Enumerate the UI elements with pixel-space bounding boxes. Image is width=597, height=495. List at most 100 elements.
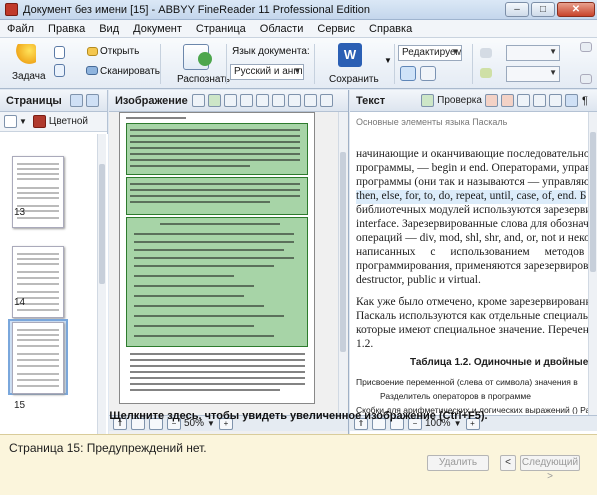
- text-line: библиотечных модулей используются зарезе…: [356, 204, 588, 216]
- scrollbar-thumb[interactable]: [340, 152, 346, 352]
- chevron-down-icon[interactable]: ▼: [19, 117, 27, 126]
- menu-page[interactable]: Страница: [189, 23, 253, 35]
- image-panel-title: Изображение: [115, 94, 188, 107]
- scan-button[interactable]: Сканировать: [100, 66, 160, 77]
- save-button[interactable]: Сохранить: [329, 74, 379, 85]
- menu-view[interactable]: Вид: [92, 23, 126, 35]
- color-mode-icon: [32, 115, 46, 128]
- scroll-down-icon[interactable]: [580, 74, 592, 84]
- menu-tools[interactable]: Сервис: [310, 23, 362, 35]
- picture-area-icon[interactable]: [239, 94, 253, 107]
- text-line: destructor, public и virtual.: [356, 274, 481, 286]
- text-panel-header: Текст Проверка ¶: [350, 90, 597, 112]
- close-button[interactable]: ✕: [557, 2, 595, 17]
- task-wand-icon[interactable]: [14, 44, 36, 66]
- scanned-page-image[interactable]: [119, 112, 315, 404]
- pages-scrollbar[interactable]: [97, 134, 106, 435]
- page-up-icon[interactable]: [69, 94, 83, 107]
- text-line: начинающие и оканчивающие последовательн…: [356, 148, 588, 160]
- table-recognition-area[interactable]: [126, 217, 308, 347]
- status-text: Страница 15: Предупреждений нет.: [9, 441, 207, 455]
- table-caption: Таблица 1.2. Одиночные и двойные специ: [410, 357, 588, 368]
- image-panel-header: Изображение: [109, 90, 348, 112]
- scrollbar-thumb[interactable]: [99, 164, 105, 284]
- edit-mode-select[interactable]: Редактируем ▼: [398, 45, 462, 61]
- barcode-icon[interactable]: [255, 94, 269, 107]
- minimize-button[interactable]: –: [505, 2, 529, 17]
- menu-edit[interactable]: Правка: [41, 23, 92, 35]
- prev-error-icon[interactable]: [484, 94, 498, 107]
- color-mode-label[interactable]: Цветной: [49, 116, 88, 127]
- copy-icon[interactable]: [54, 64, 65, 77]
- task-button-label[interactable]: Задача: [12, 71, 46, 82]
- recognized-text[interactable]: Основные элементы языка Паскаль начинающ…: [350, 112, 588, 414]
- chevron-down-icon: ▼: [549, 68, 557, 77]
- new-doc-icon[interactable]: [54, 46, 65, 59]
- verify-icon: [421, 94, 435, 107]
- font-select[interactable]: ▼: [506, 45, 560, 61]
- save-word-icon[interactable]: W: [338, 43, 362, 67]
- next-button[interactable]: Следующий >: [520, 455, 580, 482]
- page-number: 13: [14, 207, 26, 218]
- text-line: программы (они так и называются — управл…: [356, 176, 588, 188]
- menu-help[interactable]: Справка: [362, 23, 419, 35]
- delete-button[interactable]: Удалить: [427, 455, 489, 471]
- panel-layout-icon[interactable]: [319, 94, 333, 107]
- text-line: 1.2.: [356, 338, 374, 350]
- show-formatting-icon[interactable]: [564, 94, 578, 107]
- title-bar: Документ без имени [15] - ABBYY FineRead…: [0, 0, 597, 20]
- pointer-icon[interactable]: [287, 94, 301, 107]
- text-area-icon[interactable]: [207, 94, 221, 107]
- scanner-icon: [86, 66, 98, 75]
- next-error-icon[interactable]: [500, 94, 514, 107]
- menu-areas[interactable]: Области: [253, 23, 311, 35]
- scrollbar-thumb[interactable]: [590, 132, 596, 272]
- arrow-icon[interactable]: [480, 48, 492, 58]
- scroll-up-icon[interactable]: [580, 42, 592, 52]
- crop-icon[interactable]: [303, 94, 317, 107]
- text-line: программирования, применяются зарезервир…: [356, 260, 588, 272]
- font-size-select[interactable]: ▼: [506, 66, 560, 82]
- zoom-window-hint[interactable]: Щелкните здесь, чтобы увидеть увеличенно…: [0, 410, 597, 426]
- table-area-icon[interactable]: [223, 94, 237, 107]
- background-icon[interactable]: [271, 94, 285, 107]
- text-line: которые имеют специальное значение. Пере…: [356, 324, 588, 336]
- layout-view-icon[interactable]: [400, 66, 416, 81]
- chevron-down-icon: ▼: [549, 47, 557, 56]
- verify-button[interactable]: Проверка: [437, 95, 482, 106]
- text-panel: Текст Проверка ¶ Основные элементы языка…: [350, 90, 597, 435]
- paste-icon[interactable]: [548, 94, 562, 107]
- select-area-icon[interactable]: [191, 94, 205, 107]
- maximize-button[interactable]: □: [531, 2, 555, 17]
- doc-language-select[interactable]: Русский и англи ▼: [230, 64, 304, 80]
- page-thumbnails: 13 14 15: [0, 134, 108, 435]
- prev-button[interactable]: <: [500, 455, 516, 471]
- text-line: Как уже было отмечено, кроме зарезервиро…: [356, 296, 588, 308]
- save-dropdown-icon[interactable]: ▼: [384, 56, 392, 65]
- ribbon-separator: [472, 44, 473, 84]
- text-line: операций — div, mod, shl, shr, and, or, …: [356, 232, 588, 244]
- page-thumbnail[interactable]: [12, 322, 64, 394]
- view-mode-icon[interactable]: [4, 115, 17, 128]
- image-scrollbar[interactable]: [338, 112, 347, 415]
- page-down-icon[interactable]: [85, 94, 99, 107]
- cut-icon[interactable]: [516, 94, 530, 107]
- layout-split-icon[interactable]: [420, 66, 436, 81]
- pilcrow-icon[interactable]: ¶: [582, 95, 588, 107]
- page-number: 14: [14, 297, 26, 308]
- text-panel-title: Текст: [356, 94, 386, 107]
- status-message: Страница 15: Предупреждений нет.: [9, 441, 207, 455]
- app-icon: [5, 3, 18, 16]
- open-button[interactable]: Открыть: [100, 46, 139, 57]
- menu-file[interactable]: Файл: [0, 23, 41, 35]
- chevron-down-icon: ▼: [451, 47, 459, 56]
- window-title: Документ без имени [15] - ABBYY FineRead…: [23, 3, 370, 16]
- status-panel: Страница 15: Предупреждений нет. Удалить…: [0, 434, 597, 495]
- menu-document[interactable]: Документ: [126, 23, 189, 35]
- text-scrollbar[interactable]: [588, 112, 597, 415]
- pages-panel-header: Страницы: [0, 90, 107, 112]
- recognize-button[interactable]: Распознать: [177, 74, 230, 85]
- ribbon-separator: [314, 44, 315, 84]
- copy-icon[interactable]: [532, 94, 546, 107]
- arrow-icon[interactable]: [480, 68, 492, 78]
